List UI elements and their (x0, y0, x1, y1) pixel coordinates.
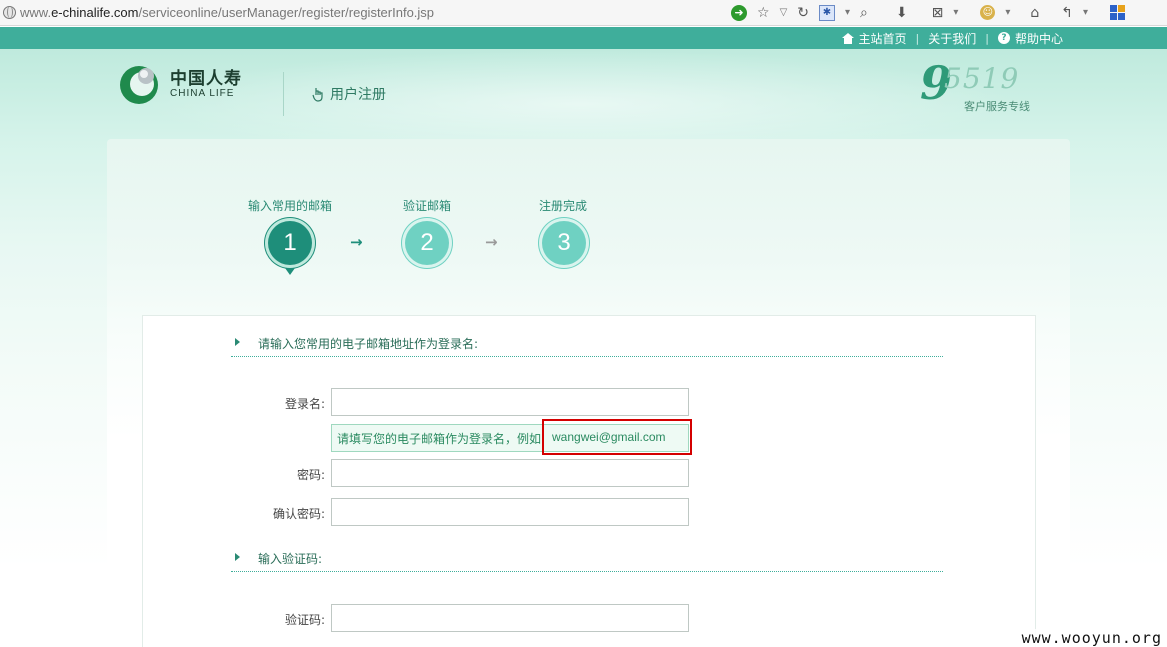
login-name-input[interactable] (331, 388, 689, 416)
step-3-circle: 3 (542, 221, 586, 265)
login-hint-text: 请填写您的电子邮箱作为登录名，例如 (337, 431, 542, 446)
go-icon[interactable]: ➜ (731, 4, 747, 21)
address-bar[interactable]: www.e-chinalife.com/serviceonline/userMa… (0, 0, 725, 26)
share-dropdown-icon[interactable]: ▾ (1083, 7, 1088, 18)
step-2: 验证邮箱 2 (377, 197, 477, 265)
hotline-number: 5519 (944, 62, 1020, 95)
step-1: 输入常用的邮箱 1 (240, 197, 340, 275)
step-arrow-icon: → (485, 233, 498, 251)
logo-mark-icon (118, 64, 160, 106)
url-text[interactable]: www.e-chinalife.com/serviceonline/userMa… (20, 5, 434, 20)
email-section-title: 请输入您常用的电子邮箱地址作为登录名: (258, 337, 479, 351)
step-2-circle: 2 (405, 221, 449, 265)
page-title: 用户注册 (310, 84, 386, 104)
search-dropdown-icon[interactable]: ▾ (845, 7, 850, 18)
watermark: www.wooyun.org (1018, 629, 1165, 647)
home-icon (841, 32, 854, 44)
hotline-label: 客户服务专线 (964, 100, 1030, 113)
logo-english: CHINA LIFE (170, 88, 235, 99)
login-label: 登录名: (284, 397, 325, 411)
password-input[interactable] (331, 459, 689, 487)
nav-separator: | (915, 31, 920, 45)
search-icon[interactable]: ⌕ (860, 6, 868, 20)
search-engine-icon[interactable]: ✱ (819, 4, 835, 21)
top-nav: 主站首页 | 关于我们 | ? 帮助中心 (0, 27, 1167, 49)
about-link[interactable]: 关于我们 (928, 30, 976, 47)
captcha-section-header: 输入验证码: (231, 550, 943, 572)
screenshot-dropdown-icon[interactable]: ▾ (953, 7, 958, 18)
dropdown-icon[interactable]: ▽ (780, 7, 788, 18)
download-icon[interactable]: ⬇ (896, 6, 908, 20)
email-section-header: 请输入您常用的电子邮箱地址作为登录名: (231, 335, 943, 357)
header-divider (283, 72, 284, 116)
home-icon[interactable]: ⌂ (1030, 6, 1039, 20)
triangle-bullet-icon (235, 338, 240, 346)
globe-icon (3, 6, 16, 19)
windows-icon[interactable] (1110, 5, 1126, 20)
step-3-label: 注册完成 (538, 199, 587, 213)
captcha-label: 验证码: (284, 613, 325, 627)
confirm-password-label: 确认密码: (272, 507, 325, 521)
back-share-icon[interactable]: ↰ (1061, 6, 1073, 20)
page-title-text: 用户注册 (330, 87, 386, 103)
hotline-logo: 9 5519 客户服务专线 (920, 56, 1040, 116)
triangle-bullet-icon (235, 553, 240, 561)
home-link[interactable]: 主站首页 (841, 30, 907, 47)
step-arrow-icon: → (350, 233, 363, 251)
logo-chinese: 中国人寿 (170, 69, 242, 89)
step-active-pointer (285, 268, 295, 275)
hint-example-highlight: wangwei@gmail.com (542, 419, 692, 455)
step-2-label: 验证邮箱 (402, 199, 451, 213)
confirm-password-input[interactable] (331, 498, 689, 526)
register-form: 请输入您常用的电子邮箱地址作为登录名: 登录名: 请填写您的电子邮箱作为登录名，… (142, 315, 1036, 647)
addon-icon[interactable]: ☺ (980, 5, 996, 20)
hand-pointer-icon (310, 86, 326, 102)
register-panel: 输入常用的邮箱 1 → 验证邮箱 2 → 注册完成 3 请输入您常用的电子邮箱地… (107, 139, 1070, 647)
browser-toolbar: www.e-chinalife.com/serviceonline/userMa… (0, 0, 1167, 26)
step-indicator: 输入常用的邮箱 1 → 验证邮箱 2 → 注册完成 3 (107, 139, 1070, 309)
help-icon: ? (997, 32, 1010, 44)
password-label: 密码: (296, 468, 325, 482)
nav-separator: | (985, 31, 989, 45)
screenshot-icon[interactable]: ⊠ (932, 6, 944, 20)
browser-icons: ➜ ☆ ▽ ↻ ✱ ▾ ⌕ ⬇ ⊠ ▾ ☺ ▾ ⌂ ↰ ▾ (731, 4, 1126, 21)
step-3: 注册完成 3 (513, 197, 613, 265)
captcha-section-title: 输入验证码: (258, 552, 323, 566)
step-1-circle: 1 (268, 221, 312, 265)
refresh-icon[interactable]: ↻ (797, 6, 809, 20)
help-link[interactable]: ? 帮助中心 (997, 30, 1063, 47)
step-1-label: 输入常用的邮箱 (247, 199, 332, 213)
addon-dropdown-icon[interactable]: ▾ (1005, 7, 1010, 18)
star-icon[interactable]: ☆ (757, 6, 770, 20)
captcha-input[interactable] (331, 604, 689, 632)
china-life-logo[interactable]: 中国人寿 CHINA LIFE (118, 64, 242, 106)
